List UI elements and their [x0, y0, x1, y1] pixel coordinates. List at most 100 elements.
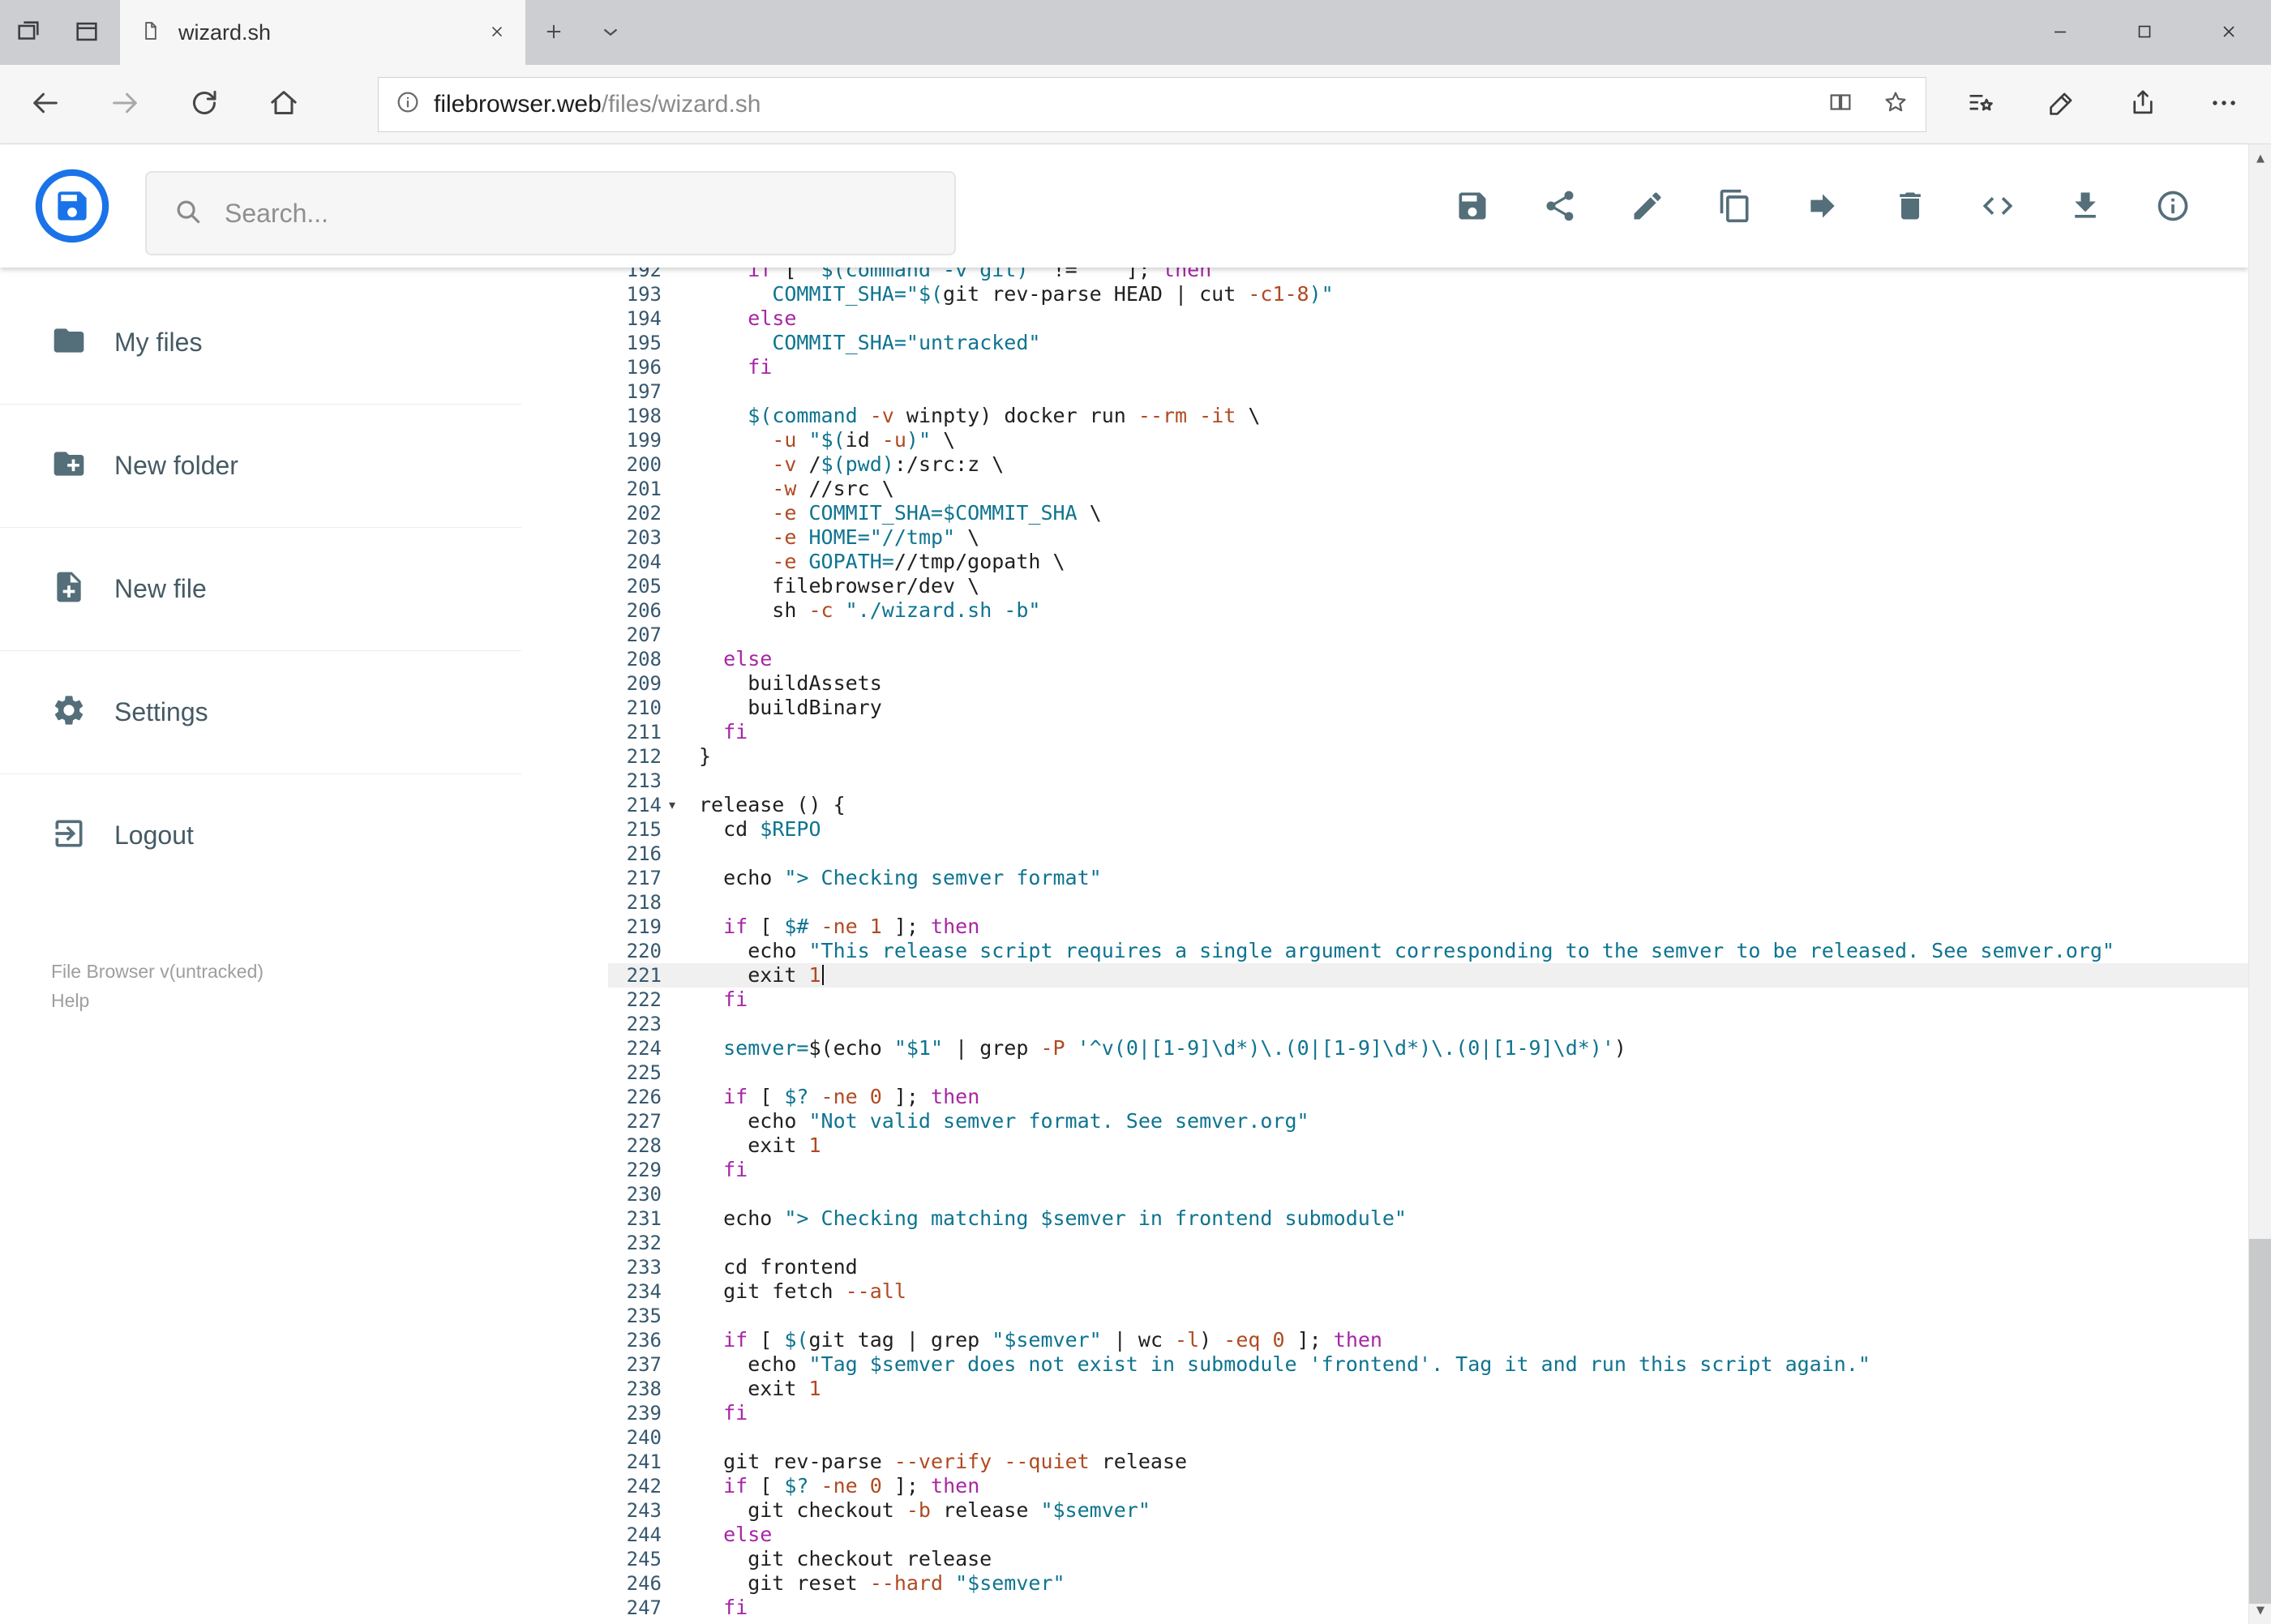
code-line[interactable]: 198 $(command -v winpty) docker run --rm…: [608, 404, 2248, 428]
move-button[interactable]: [1805, 188, 1840, 224]
code-line[interactable]: 245 git checkout release: [608, 1547, 2248, 1571]
code-line[interactable]: 241 git rev-parse --verify --quiet relea…: [608, 1450, 2248, 1474]
hub-button[interactable]: [1958, 82, 2003, 127]
code-line[interactable]: 231 echo "> Checking matching $semver in…: [608, 1206, 2248, 1231]
code-line[interactable]: 199 -u "$(id -u)" \: [608, 428, 2248, 452]
copy-button[interactable]: [1717, 188, 1753, 224]
code-line[interactable]: 247 fi: [608, 1596, 2248, 1620]
close-button[interactable]: [2187, 0, 2271, 65]
code-line[interactable]: 193 COMMIT_SHA="$(git rev-parse HEAD | c…: [608, 282, 2248, 306]
sidebar-item-my-files[interactable]: My files: [0, 281, 521, 404]
sidebar-item-new-folder[interactable]: New folder: [0, 404, 521, 527]
code-line[interactable]: 207: [608, 623, 2248, 647]
help-link[interactable]: Help: [51, 986, 264, 1015]
minimize-button[interactable]: [2018, 0, 2102, 65]
code-line[interactable]: 204 -e GOPATH=//tmp/gopath \: [608, 550, 2248, 574]
code-line[interactable]: 217 echo "> Checking semver format": [608, 866, 2248, 890]
code-line[interactable]: 237 echo "Tag $semver does not exist in …: [608, 1352, 2248, 1377]
code-line[interactable]: 243 git checkout -b release "$semver": [608, 1498, 2248, 1523]
code-line[interactable]: 222 fi: [608, 988, 2248, 1012]
new-tab-button[interactable]: [525, 0, 582, 65]
code-line[interactable]: 221 exit 1: [608, 963, 2248, 988]
maximize-button[interactable]: [2102, 0, 2187, 65]
code-line[interactable]: 232: [608, 1231, 2248, 1255]
url-text[interactable]: filebrowser.web/files/wizard.sh: [434, 91, 1814, 118]
code-line[interactable]: 238 exit 1: [608, 1377, 2248, 1401]
code-line[interactable]: 233 cd frontend: [608, 1255, 2248, 1279]
code-line[interactable]: 219 if [ $# -ne 1 ]; then: [608, 915, 2248, 939]
address-bar[interactable]: filebrowser.web/files/wizard.sh: [378, 76, 1926, 132]
code-line[interactable]: 224 semver=$(echo "$1" | grep -P '^v(0|[…: [608, 1036, 2248, 1061]
code-line[interactable]: 230: [608, 1182, 2248, 1206]
rename-button[interactable]: [1630, 188, 1665, 224]
save-button[interactable]: [1455, 188, 1490, 224]
code-line[interactable]: 234 git fetch --all: [608, 1279, 2248, 1304]
code-line[interactable]: 201 -w //src \: [608, 477, 2248, 501]
code-line[interactable]: 215 cd $REPO: [608, 817, 2248, 842]
fold-arrow-icon[interactable]: ▾: [662, 793, 683, 817]
scroll-up-icon[interactable]: ▲: [2249, 144, 2271, 172]
code-area[interactable]: 192 if [ "$(command -v git)" != "" ]; th…: [608, 258, 2248, 1620]
sidebar-item-new-file[interactable]: New file: [0, 527, 521, 650]
download-button[interactable]: [2067, 188, 2103, 224]
refresh-button[interactable]: [178, 79, 230, 131]
code-line[interactable]: 223: [608, 1012, 2248, 1036]
annotate-button[interactable]: [2039, 82, 2085, 127]
home-button[interactable]: [258, 79, 310, 131]
code-line[interactable]: 195 COMMIT_SHA="untracked": [608, 331, 2248, 355]
sidebar-item-logout[interactable]: Logout: [0, 773, 521, 897]
code-line[interactable]: 246 git reset --hard "$semver": [608, 1571, 2248, 1596]
code-line[interactable]: 197: [608, 379, 2248, 404]
code-line[interactable]: 214 ▾ release () {: [608, 793, 2248, 817]
code-line[interactable]: 225: [608, 1061, 2248, 1085]
code-line[interactable]: 244 else: [608, 1523, 2248, 1547]
code-line[interactable]: 203 -e HOME="//tmp" \: [608, 525, 2248, 550]
code-line[interactable]: 240: [608, 1425, 2248, 1450]
code-line[interactable]: 205 filebrowser/dev \: [608, 574, 2248, 598]
search-box[interactable]: [145, 171, 956, 255]
code-line[interactable]: 220 echo "This release script requires a…: [608, 939, 2248, 963]
code-line[interactable]: 196 fi: [608, 355, 2248, 379]
code-line[interactable]: 210 buildBinary: [608, 696, 2248, 720]
editor[interactable]: 192 if [ "$(command -v git)" != "" ]; th…: [608, 258, 2248, 1624]
code-line[interactable]: 235: [608, 1304, 2248, 1328]
code-line[interactable]: 226 if [ $? -ne 0 ]; then: [608, 1085, 2248, 1109]
code-line[interactable]: 209 buildAssets: [608, 671, 2248, 696]
code-line[interactable]: 200 -v /$(pwd):/src:z \: [608, 452, 2248, 477]
app-logo[interactable]: [34, 168, 110, 244]
code-line[interactable]: 227 echo "Not valid semver format. See s…: [608, 1109, 2248, 1133]
page-scrollbar[interactable]: ▲ ▼: [2248, 144, 2271, 1624]
forward-button[interactable]: [99, 79, 151, 131]
code-line[interactable]: 228 exit 1: [608, 1133, 2248, 1158]
reading-view-icon[interactable]: [1827, 88, 1854, 120]
favorite-star-icon[interactable]: [1882, 88, 1909, 120]
sidebar-item-settings[interactable]: Settings: [0, 650, 521, 773]
code-line[interactable]: 218: [608, 890, 2248, 915]
scroll-down-icon[interactable]: ▼: [2249, 1596, 2271, 1624]
code-line[interactable]: 208 else: [608, 647, 2248, 671]
site-info-icon[interactable]: [395, 89, 421, 119]
code-line[interactable]: 242 if [ $? -ne 0 ]; then: [608, 1474, 2248, 1498]
delete-button[interactable]: [1892, 188, 1928, 224]
scrollbar-thumb[interactable]: [2249, 1239, 2271, 1604]
back-button[interactable]: [19, 79, 71, 131]
code-line[interactable]: 216: [608, 842, 2248, 866]
code-line[interactable]: 239 fi: [608, 1401, 2248, 1425]
code-line[interactable]: 229 fi: [608, 1158, 2248, 1182]
search-input[interactable]: [225, 198, 928, 229]
more-options-button[interactable]: [2201, 82, 2247, 127]
code-line[interactable]: 206 sh -c "./wizard.sh -b": [608, 598, 2248, 623]
code-line[interactable]: 213: [608, 769, 2248, 793]
code-line[interactable]: 194 else: [608, 306, 2248, 331]
code-line[interactable]: 211 fi: [608, 720, 2248, 744]
code-line[interactable]: 202 -e COMMIT_SHA=$COMMIT_SHA \: [608, 501, 2248, 525]
share-file-button[interactable]: [1542, 188, 1578, 224]
source-code-button[interactable]: [1980, 188, 2016, 224]
tab-list-button[interactable]: [582, 0, 639, 65]
set-tabs-aside-button[interactable]: [15, 18, 42, 48]
tab-close-button[interactable]: [488, 23, 506, 43]
code-line[interactable]: 236 if [ $(git tag | grep "$semver" | wc…: [608, 1328, 2248, 1352]
browser-tab[interactable]: wizard.sh: [120, 0, 525, 65]
code-line[interactable]: 212}: [608, 744, 2248, 769]
info-button[interactable]: [2155, 188, 2191, 224]
